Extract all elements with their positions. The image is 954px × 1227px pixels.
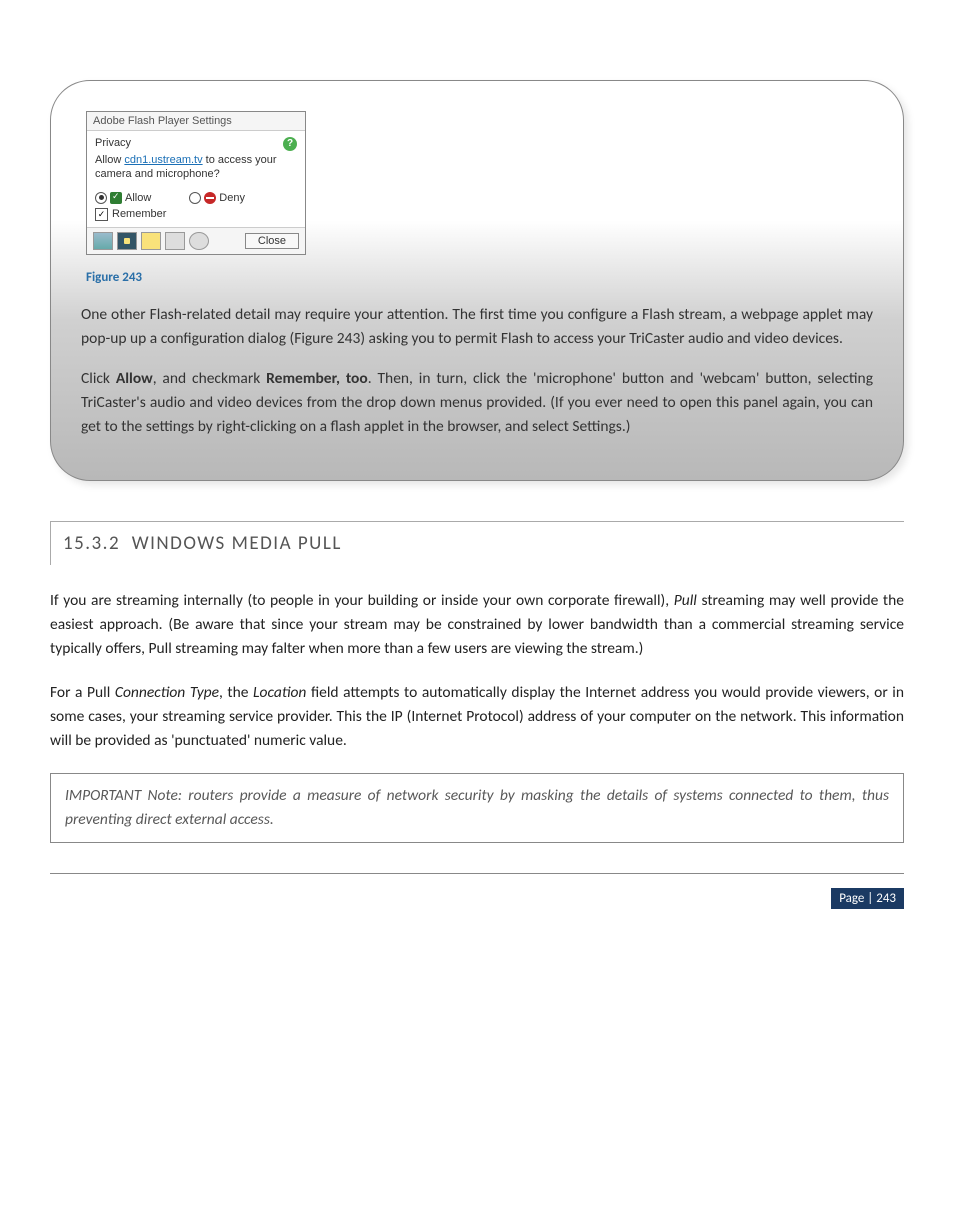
remember-checkbox[interactable]: ✓ Remember — [87, 208, 305, 227]
storage-tab-icon[interactable] — [141, 232, 161, 250]
figure-reference: Figure 243 — [294, 329, 360, 348]
body-paragraph-2: For a Pull Connection Type, the Location… — [50, 681, 904, 753]
body-paragraph-1: If you are streaming internally (to peop… — [50, 589, 904, 661]
figure-caption: Figure 243 — [86, 270, 873, 285]
camera-tab-icon[interactable] — [189, 232, 209, 250]
important-note-box: IMPORTANT Note: routers provide a measur… — [50, 773, 904, 843]
callout-box: Adobe Flash Player Settings Privacy ? Al… — [50, 80, 904, 481]
deny-radio[interactable]: Deny — [189, 192, 245, 204]
microphone-tab-icon[interactable] — [165, 232, 185, 250]
section-number: 15.3.2 — [63, 532, 120, 555]
allow-shield-icon — [110, 192, 122, 204]
flash-settings-dialog: Adobe Flash Player Settings Privacy ? Al… — [86, 111, 306, 255]
callout-paragraph-1: One other Flash-related detail may requi… — [81, 303, 873, 351]
deny-label: Deny — [219, 192, 245, 204]
section-title: WINDOWS MEDIA PULL — [132, 532, 342, 555]
privacy-label: Privacy — [95, 137, 131, 149]
privacy-tab-icon[interactable] — [117, 232, 137, 250]
deny-shield-icon — [204, 192, 216, 204]
domain-link[interactable]: cdn1.ustream.tv — [124, 154, 202, 166]
help-icon[interactable]: ? — [283, 137, 297, 151]
allow-radio[interactable]: Allow — [95, 192, 151, 204]
footer-rule — [50, 873, 904, 874]
allow-label: Allow — [125, 192, 151, 204]
remember-label: Remember — [112, 208, 166, 220]
callout-paragraph-2: Click Allow, and checkmark Remember, too… — [81, 367, 873, 439]
close-button[interactable]: Close — [245, 233, 299, 249]
section-heading: 15.3.2 WINDOWS MEDIA PULL — [50, 521, 904, 565]
page-footer: Page | 243 — [50, 888, 904, 909]
page-number-badge: Page | 243 — [831, 888, 904, 909]
checkbox-icon: ✓ — [95, 208, 108, 221]
privacy-question: Allow cdn1.ustream.tv to access your cam… — [95, 153, 297, 182]
dialog-title: Adobe Flash Player Settings — [87, 112, 305, 131]
display-tab-icon[interactable] — [93, 232, 113, 250]
